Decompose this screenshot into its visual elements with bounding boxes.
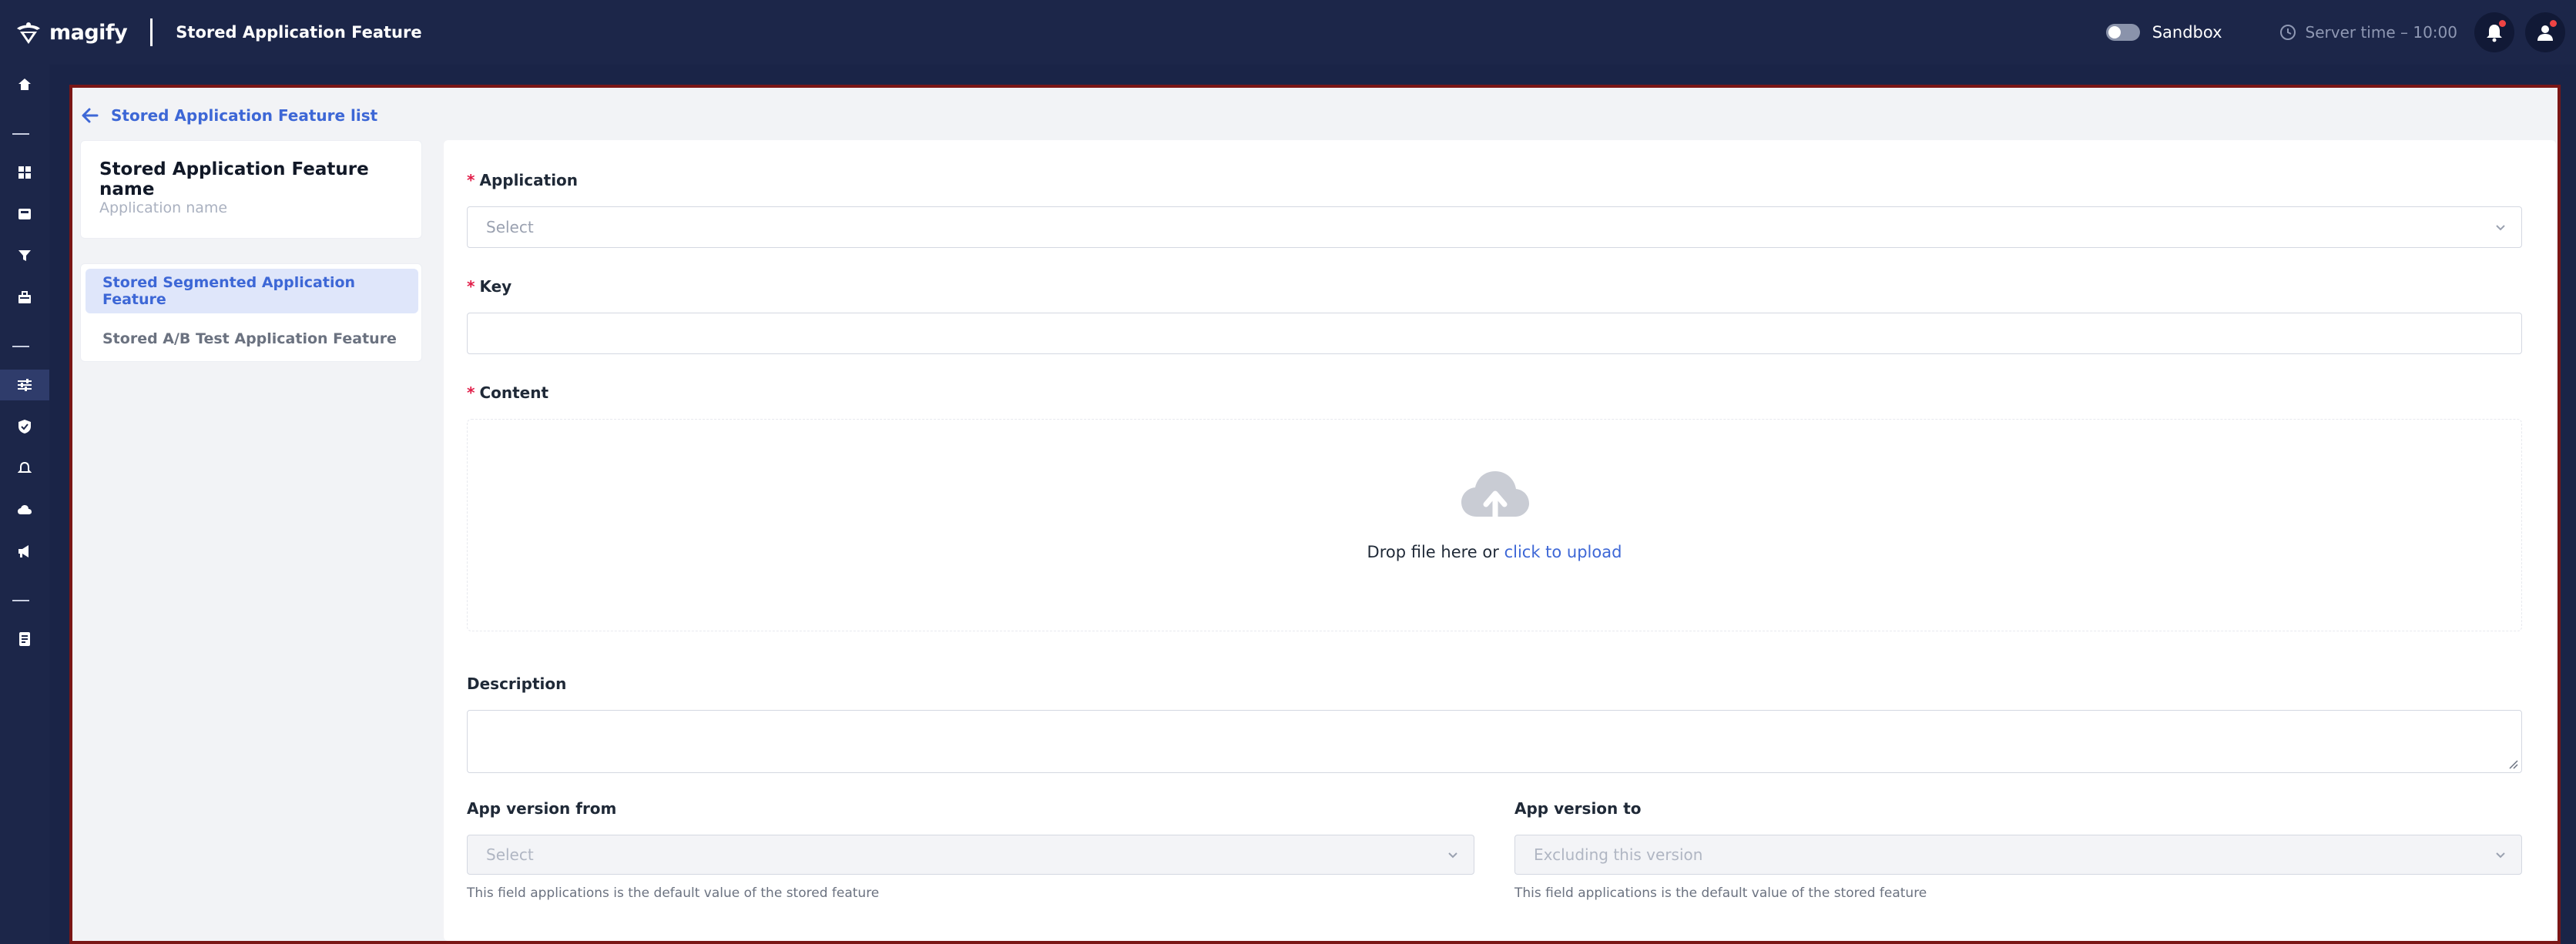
menu-item-ab-test[interactable]: Stored A/B Test Application Feature xyxy=(86,316,418,361)
version-to-placeholder: Excluding this version xyxy=(1534,845,1703,864)
user-menu-button[interactable] xyxy=(2525,12,2565,52)
drop-file-text: Drop file here or xyxy=(1367,543,1504,561)
description-textarea[interactable] xyxy=(467,710,2522,773)
version-from-select[interactable]: Select xyxy=(467,835,1474,875)
logo-text: magify xyxy=(49,20,128,45)
rail-docs[interactable] xyxy=(0,624,49,654)
sliders-icon xyxy=(18,379,32,391)
inbox-icon xyxy=(18,209,31,219)
application-select-placeholder: Select xyxy=(486,218,534,236)
logo[interactable]: magify xyxy=(14,0,128,65)
required-marker: * xyxy=(467,277,475,296)
main-content: Stored Application Feature list Stored A… xyxy=(69,85,2561,944)
application-label: * Application xyxy=(467,171,578,189)
key-input[interactable] xyxy=(467,313,2522,354)
magify-logo-icon xyxy=(17,22,40,44)
click-to-upload-link[interactable]: click to upload xyxy=(1504,543,1622,561)
left-rail xyxy=(0,65,49,944)
version-from-hint: This field applications is the default v… xyxy=(467,885,880,901)
chevron-down-icon xyxy=(2496,225,2505,231)
rail-notifications[interactable] xyxy=(0,453,49,484)
version-to-hint: This field applications is the default v… xyxy=(1514,885,1927,901)
user-alert-dot xyxy=(2550,20,2557,27)
arrow-left-icon xyxy=(82,108,99,123)
rail-campaigns[interactable] xyxy=(0,536,49,567)
application-name-subtitle: Application name xyxy=(99,199,228,216)
rail-home[interactable] xyxy=(0,69,49,100)
notifications-button[interactable] xyxy=(2474,12,2514,52)
application-select[interactable]: Select xyxy=(467,206,2522,248)
required-marker: * xyxy=(467,171,475,189)
back-to-list-link[interactable]: Stored Application Feature list xyxy=(80,97,377,134)
rail-security[interactable] xyxy=(0,411,49,442)
rail-dashboard[interactable] xyxy=(0,157,49,188)
content-upload-dropzone[interactable]: Drop file here or click to upload xyxy=(467,419,2522,631)
top-bar: magify Stored Application Feature Sandbo… xyxy=(0,0,2576,65)
version-from-placeholder: Select xyxy=(486,845,534,864)
required-marker: * xyxy=(467,383,475,402)
rail-features[interactable] xyxy=(0,370,49,400)
application-label-text: Application xyxy=(479,171,579,189)
clock-icon xyxy=(2279,25,2296,40)
toggle-knob xyxy=(2108,26,2121,38)
dashboard-icon xyxy=(18,166,31,179)
dropzone-text: Drop file here or click to upload xyxy=(468,543,2521,561)
chevron-down-icon xyxy=(1448,852,1457,859)
version-from-label: App version from xyxy=(467,799,617,818)
chevron-down-icon xyxy=(2496,852,2505,859)
back-link-label: Stored Application Feature list xyxy=(111,106,378,125)
rail-filter[interactable] xyxy=(0,240,49,271)
rail-divider xyxy=(12,600,29,601)
feature-type-menu: Stored Segmented Application Feature Sto… xyxy=(80,263,422,362)
key-label: * Key xyxy=(467,277,512,296)
bag-icon xyxy=(18,291,31,303)
shield-icon xyxy=(18,420,31,434)
feature-name-title: Stored Application Feature name xyxy=(99,159,369,199)
feature-form: * Application Select * Key * Content Drop f… xyxy=(444,140,2556,941)
rail-inbox[interactable] xyxy=(0,199,49,229)
version-to-select[interactable]: Excluding this version xyxy=(1514,835,2522,875)
content-label: * Content xyxy=(467,383,548,402)
rail-divider xyxy=(12,346,29,347)
sandbox-toggle[interactable] xyxy=(2105,24,2140,41)
filter-icon xyxy=(18,250,31,261)
version-to-label: App version to xyxy=(1514,799,1642,818)
sandbox-label: Sandbox xyxy=(2152,23,2222,42)
rail-divider xyxy=(12,133,29,135)
rail-cloud[interactable] xyxy=(0,494,49,525)
feature-name-card: Stored Application Feature name Applicat… xyxy=(80,140,422,239)
home-icon xyxy=(18,79,31,90)
resize-handle-icon[interactable] xyxy=(2506,757,2518,769)
upload-cloud-icon xyxy=(1461,471,1529,523)
megaphone-icon xyxy=(18,545,29,557)
page-title: Stored Application Feature xyxy=(176,23,422,42)
menu-item-segmented[interactable]: Stored Segmented Application Feature xyxy=(86,269,418,313)
document-icon xyxy=(19,632,30,646)
description-label: Description xyxy=(467,675,567,693)
server-time: Server time – 10:00 xyxy=(2305,23,2457,42)
key-label-text: Key xyxy=(479,277,512,296)
rail-shop[interactable] xyxy=(0,282,49,313)
bell-outline-icon xyxy=(18,461,32,473)
title-divider xyxy=(150,18,153,46)
content-label-text: Content xyxy=(479,383,549,402)
notification-dot xyxy=(2499,20,2506,27)
cloud-icon xyxy=(18,505,32,514)
